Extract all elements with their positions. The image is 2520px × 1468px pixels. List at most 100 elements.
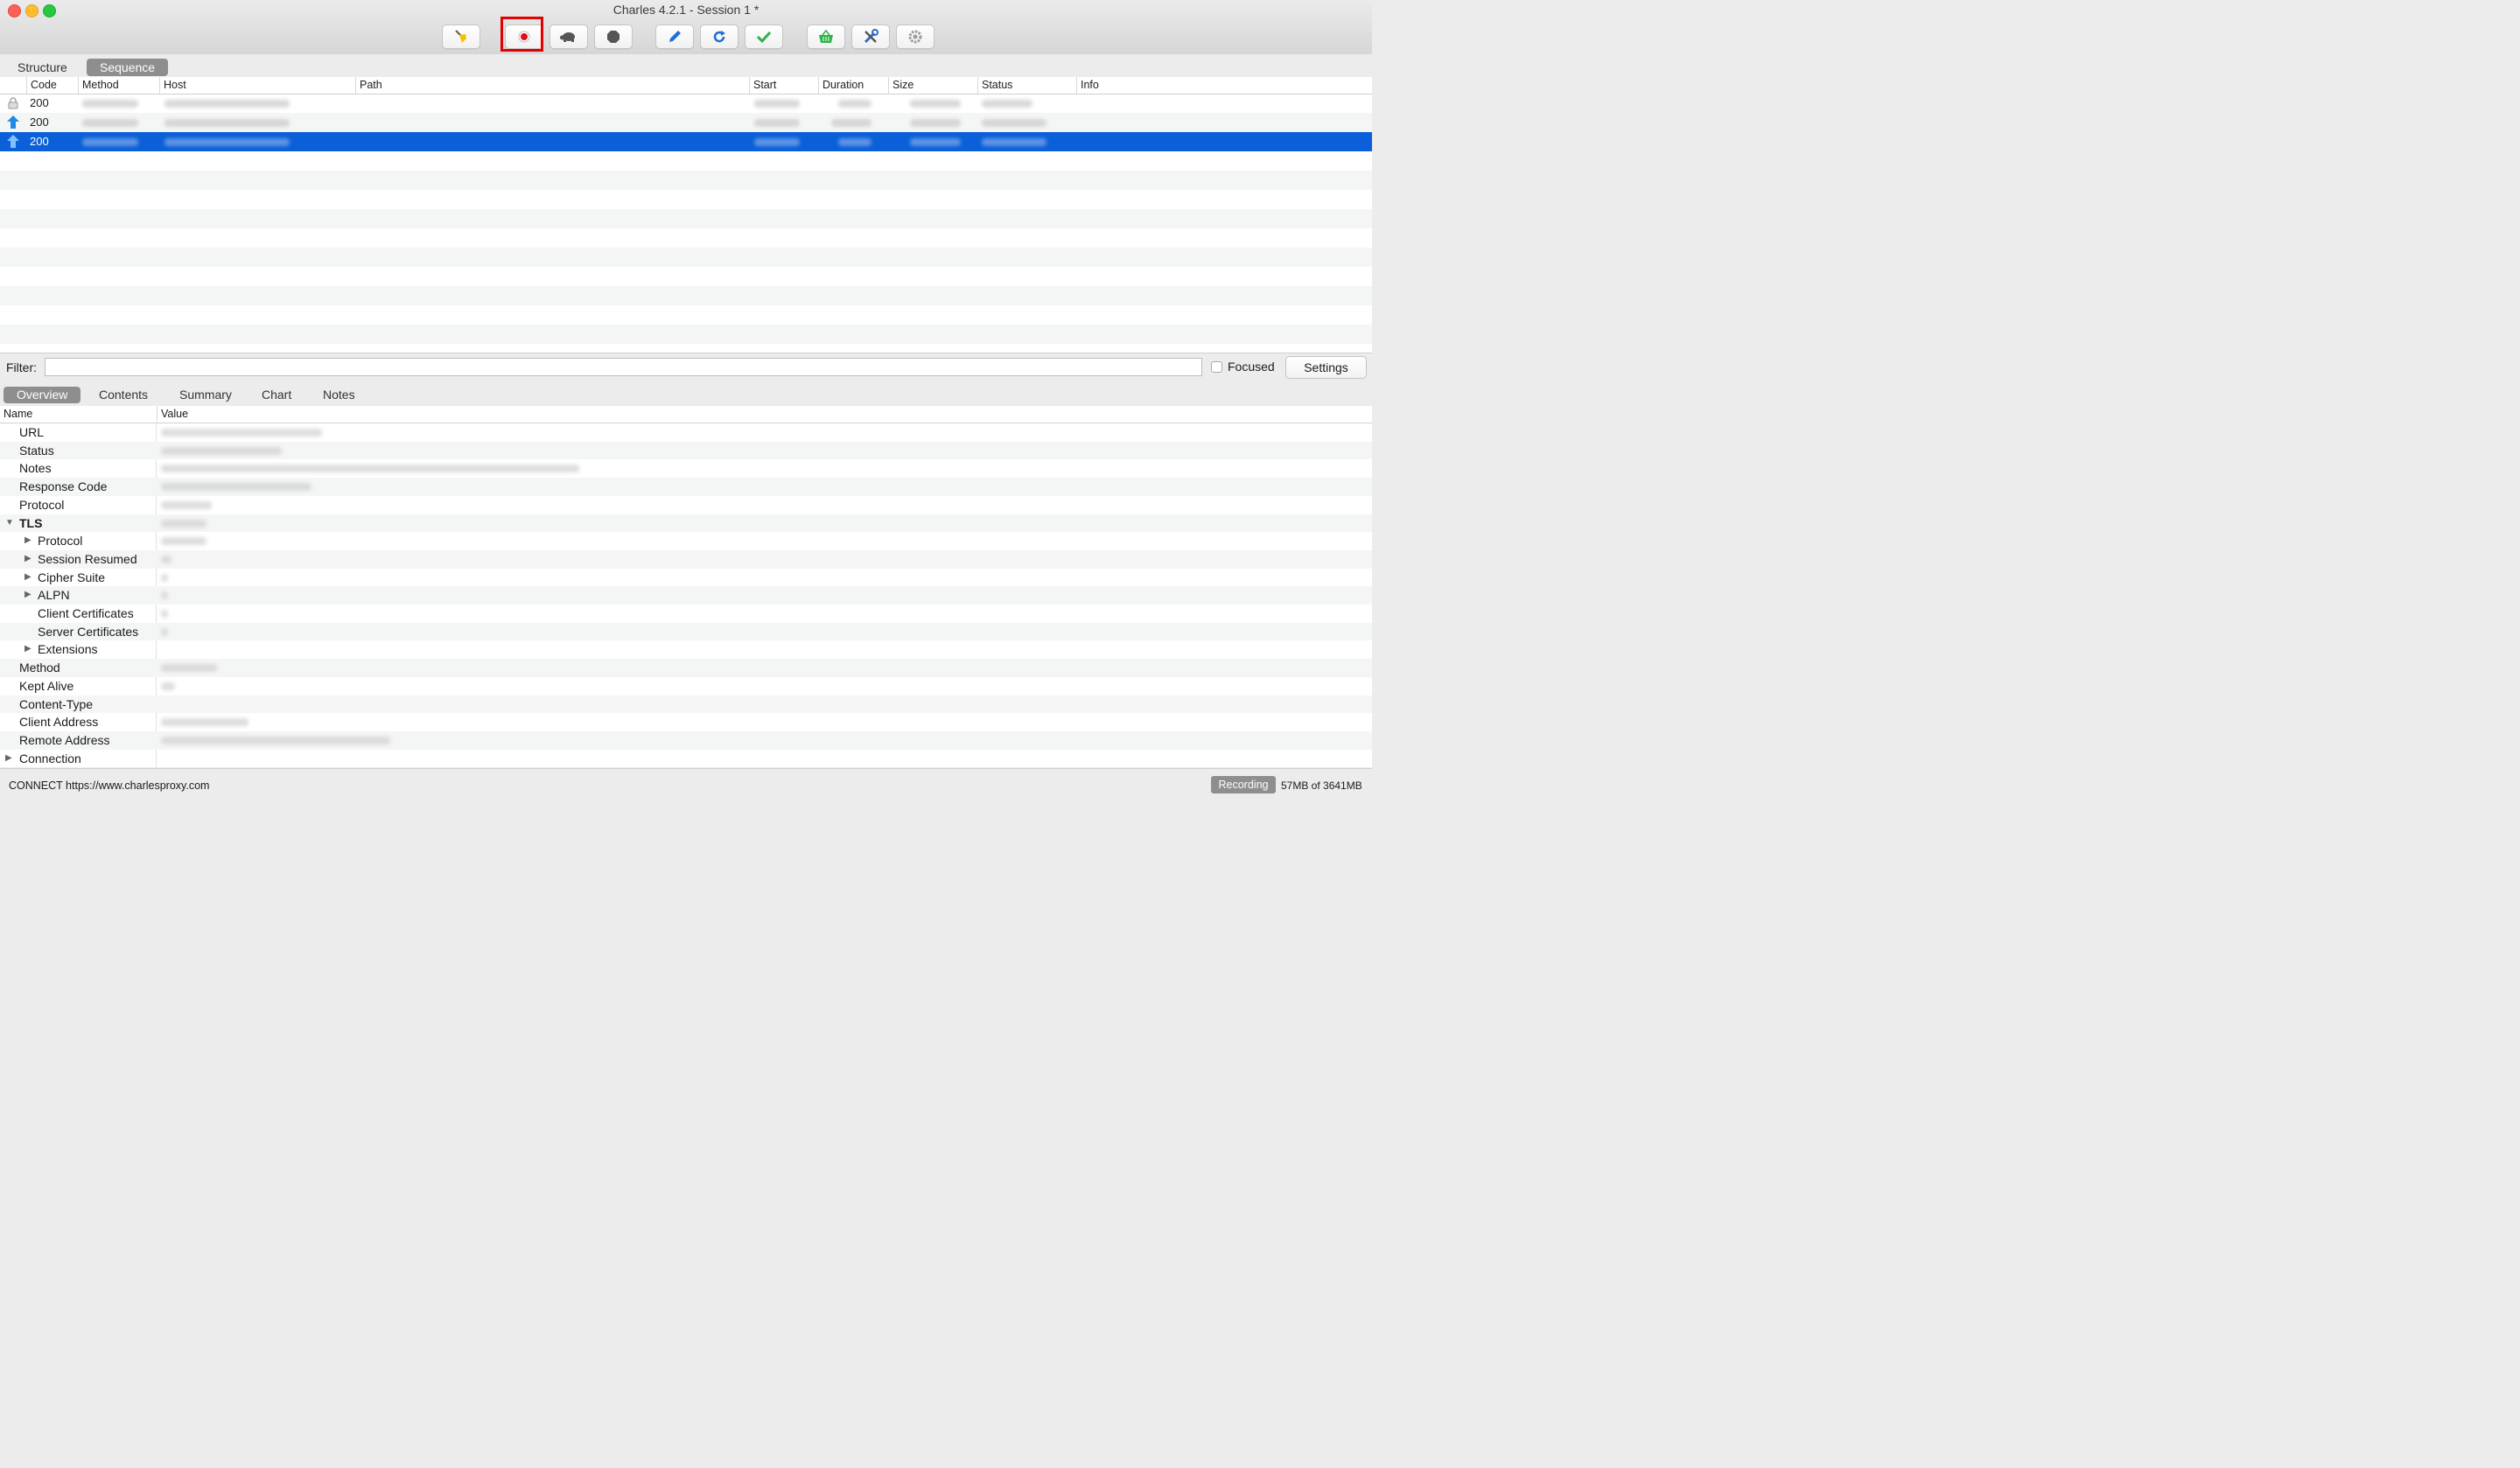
- tab-notes[interactable]: Notes: [310, 387, 368, 403]
- row-name: Server Certificates: [38, 624, 139, 639]
- blurred-duration: [838, 100, 872, 108]
- repeat-button[interactable]: [700, 24, 738, 49]
- column-info[interactable]: Info: [1076, 77, 1099, 94]
- blurred-value: [161, 736, 390, 744]
- column-start[interactable]: Start: [749, 77, 776, 94]
- column-duration[interactable]: Duration: [818, 77, 864, 94]
- row-code: 200: [30, 96, 49, 109]
- blurred-method: [82, 138, 138, 146]
- overview-row[interactable]: ▶ Cipher Suite: [0, 569, 1372, 587]
- blurred-host: [164, 119, 290, 127]
- overview-row[interactable]: Content-Type: [0, 695, 1372, 714]
- empty-row: [0, 286, 1372, 305]
- column-value[interactable]: Value: [157, 406, 188, 423]
- overview-row[interactable]: Remote Address: [0, 731, 1372, 750]
- row-name: Status: [19, 443, 54, 458]
- row-code: 200: [30, 115, 49, 129]
- row-name: Response Code: [19, 479, 108, 494]
- blurred-size: [910, 138, 961, 146]
- blurred-value: [161, 718, 248, 727]
- breakpoints-button[interactable]: [594, 24, 633, 49]
- row-name: Client Certificates: [38, 606, 134, 620]
- disclosure-collapsed-icon[interactable]: ▶: [24, 550, 32, 569]
- blurred-size: [910, 119, 961, 127]
- tab-chart[interactable]: Chart: [248, 387, 304, 403]
- overview-row[interactable]: Response Code: [0, 478, 1372, 496]
- filter-settings-button[interactable]: Settings: [1285, 356, 1367, 379]
- column-name[interactable]: Name: [0, 406, 32, 423]
- overview-row[interactable]: Client Certificates: [0, 605, 1372, 623]
- row-name: URL: [19, 425, 45, 439]
- filter-label: Filter:: [6, 360, 37, 374]
- disclosure-expanded-icon[interactable]: ▼: [5, 514, 14, 533]
- tools-button[interactable]: [851, 24, 890, 49]
- disclosure-collapsed-icon[interactable]: ▶: [24, 586, 32, 605]
- focused-checkbox[interactable]: [1211, 361, 1222, 373]
- disclosure-collapsed-icon[interactable]: ▶: [24, 569, 32, 587]
- table-row-selected[interactable]: 200: [0, 132, 1372, 151]
- overview-row[interactable]: ▶ ALPN: [0, 586, 1372, 605]
- focused-label[interactable]: Focused: [1228, 360, 1275, 374]
- throttling-button[interactable]: [550, 24, 588, 49]
- overview-row[interactable]: ▶ Extensions: [0, 640, 1372, 659]
- overview-row[interactable]: URL: [0, 423, 1372, 442]
- empty-row: [0, 190, 1372, 209]
- disclosure-collapsed-icon[interactable]: ▶: [24, 640, 32, 659]
- row-code: 200: [30, 135, 49, 148]
- settings-toolbar-button[interactable]: [896, 24, 934, 49]
- tab-sequence[interactable]: Sequence: [87, 59, 169, 76]
- column-code[interactable]: Code: [26, 77, 57, 94]
- blurred-duration: [838, 138, 872, 146]
- overview-row[interactable]: ▶ Protocol: [0, 532, 1372, 550]
- overview-row[interactable]: Server Certificates: [0, 622, 1372, 641]
- tab-summary[interactable]: Summary: [166, 387, 245, 403]
- filter-input[interactable]: [45, 358, 1202, 376]
- upload-arrow-icon: [7, 113, 19, 132]
- table-row[interactable]: 200: [0, 94, 1372, 113]
- checkmark-icon: [756, 30, 772, 44]
- overview-row[interactable]: ▶ Connection: [0, 750, 1372, 767]
- column-host[interactable]: Host: [159, 77, 186, 94]
- blurred-value: [161, 573, 168, 582]
- blurred-value: [161, 500, 212, 509]
- row-name: ALPN: [38, 588, 70, 603]
- tab-contents[interactable]: Contents: [86, 387, 161, 403]
- row-name: Connection: [19, 751, 81, 765]
- tab-structure[interactable]: Structure: [4, 59, 80, 76]
- blurred-size: [910, 100, 961, 108]
- compose-button[interactable]: [655, 24, 694, 49]
- table-row[interactable]: 200: [0, 113, 1372, 132]
- blurred-value: [161, 591, 168, 600]
- tools-icon: [863, 29, 878, 45]
- column-status[interactable]: Status: [977, 77, 1012, 94]
- overview-row[interactable]: Kept Alive: [0, 677, 1372, 696]
- overview-row[interactable]: Client Address: [0, 713, 1372, 731]
- clear-session-button[interactable]: [442, 24, 480, 49]
- turtle-icon: [559, 31, 578, 43]
- row-name: Kept Alive: [19, 678, 74, 693]
- blurred-status: [982, 119, 1046, 127]
- overview-row[interactable]: Notes: [0, 459, 1372, 478]
- shopping-basket-button[interactable]: [807, 24, 845, 49]
- blurred-start: [754, 100, 800, 108]
- tab-overview[interactable]: Overview: [4, 387, 81, 403]
- overview-row[interactable]: Method: [0, 659, 1372, 677]
- disclosure-collapsed-icon[interactable]: ▶: [5, 750, 12, 767]
- table-header: Code Method Host Path Start Duration Siz…: [0, 77, 1372, 94]
- overview-row[interactable]: Protocol: [0, 496, 1372, 514]
- recording-badge[interactable]: Recording: [1211, 776, 1276, 793]
- overview-row[interactable]: ▶ Session Resumed: [0, 549, 1372, 569]
- row-name: Content-Type: [19, 696, 94, 711]
- overview-row-tls[interactable]: ▼ TLS: [0, 514, 1372, 533]
- column-method[interactable]: Method: [78, 77, 119, 94]
- column-size[interactable]: Size: [888, 77, 914, 94]
- overview-row[interactable]: Status: [0, 441, 1372, 460]
- refresh-icon: [711, 29, 727, 45]
- record-button-highlight: [500, 17, 543, 52]
- validate-button[interactable]: [745, 24, 783, 49]
- disclosure-collapsed-icon[interactable]: ▶: [24, 532, 32, 550]
- blurred-value: [161, 627, 168, 636]
- basket-icon: [817, 29, 835, 45]
- blurred-value: [161, 429, 322, 437]
- column-path[interactable]: Path: [355, 77, 382, 94]
